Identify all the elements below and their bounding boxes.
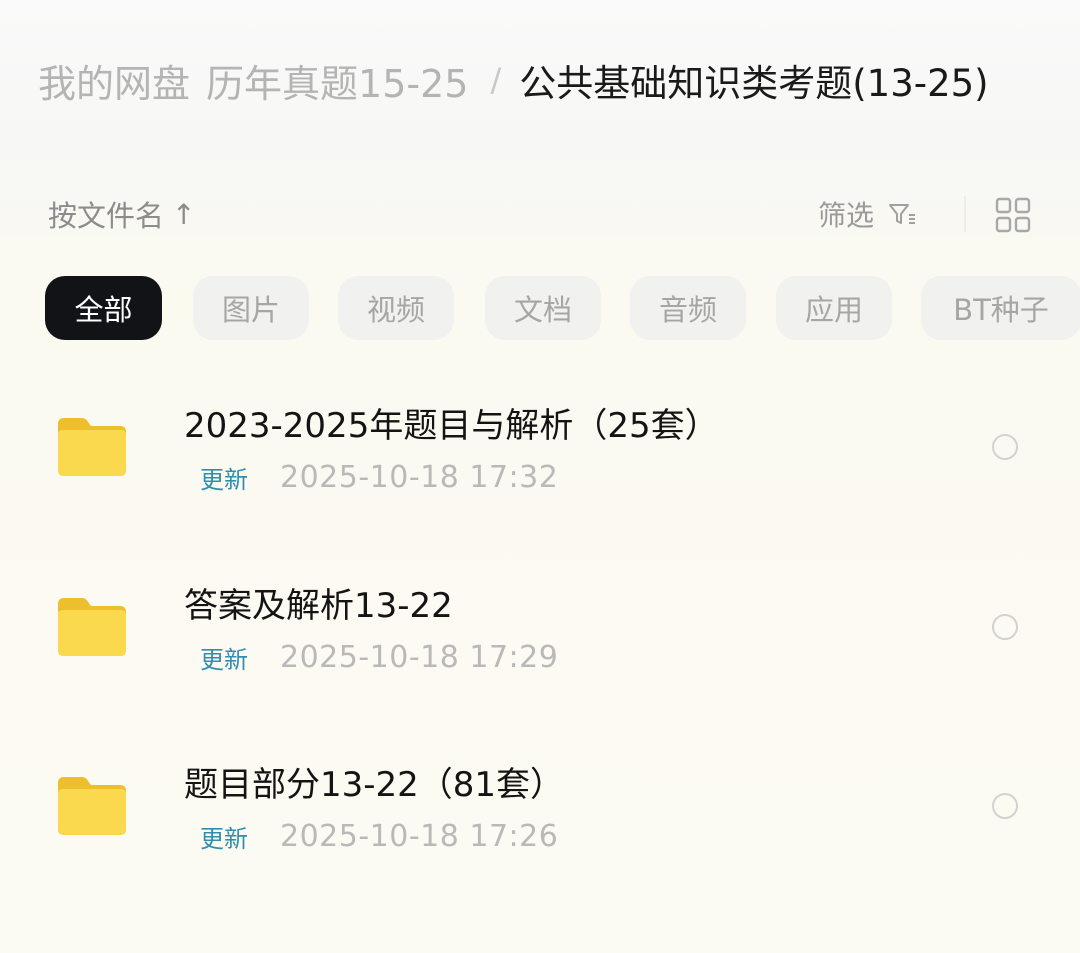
- file-meta: 更新 2025-10-18 17:32: [200, 460, 558, 495]
- folder-icon: [58, 418, 126, 476]
- file-name: 题目部分13-22（81套）: [184, 765, 565, 805]
- category-tabs: 全部 图片 视频 文档 音频 应用 BT种子: [45, 276, 1080, 340]
- filter-label: 筛选: [818, 199, 875, 232]
- toolbar: 按文件名 ↑ 筛选: [48, 188, 1040, 240]
- file-row[interactable]: 答案及解析13-22 更新 2025-10-18 17:29: [0, 560, 1080, 700]
- breadcrumb-parent[interactable]: 历年真题15-25: [206, 53, 468, 108]
- file-row[interactable]: 题目部分13-22（81套） 更新 2025-10-18 17:26: [0, 739, 1080, 879]
- file-meta: 更新 2025-10-18 17:29: [200, 640, 558, 675]
- modified-time: 2025-10-18 17:26: [280, 819, 559, 854]
- file-browser-page: 我的网盘 历年真题15-25 / 公共基础知识类考题(13-25) 按文件名 ↑…: [0, 0, 1080, 953]
- file-name: 答案及解析13-22: [184, 586, 453, 626]
- file-name: 2023-2025年题目与解析（25套）: [184, 406, 719, 446]
- update-tag: 更新: [200, 466, 248, 494]
- folder-icon: [58, 777, 126, 835]
- modified-time: 2025-10-18 17:32: [280, 460, 559, 495]
- tab-audio[interactable]: 音频: [630, 276, 746, 340]
- select-radio[interactable]: [992, 614, 1018, 640]
- breadcrumb: 我的网盘 历年真题15-25 / 公共基础知识类考题(13-25): [38, 50, 989, 110]
- select-radio[interactable]: [992, 434, 1018, 460]
- breadcrumb-current: 公共基础知识类考题(13-25): [519, 62, 989, 105]
- tab-documents[interactable]: 文档: [485, 276, 601, 340]
- toolbar-divider: [964, 196, 966, 232]
- sort-label: 按文件名: [48, 199, 165, 233]
- select-radio[interactable]: [992, 793, 1018, 819]
- update-tag: 更新: [200, 825, 248, 853]
- grid-view-icon[interactable]: [994, 196, 1032, 234]
- file-row[interactable]: 2023-2025年题目与解析（25套） 更新 2025-10-18 17:32: [0, 380, 1080, 520]
- update-tag: 更新: [200, 646, 248, 674]
- tab-bt-torrents[interactable]: BT种子: [921, 276, 1080, 340]
- breadcrumb-separator: /: [490, 61, 502, 99]
- breadcrumb-root[interactable]: 我的网盘: [38, 53, 190, 108]
- sort-arrow-up-icon: ↑: [172, 197, 196, 231]
- filter-icon: [889, 204, 916, 224]
- tab-images[interactable]: 图片: [193, 276, 309, 340]
- folder-icon: [58, 598, 126, 656]
- filter-button[interactable]: 筛选: [818, 188, 918, 240]
- sort-button[interactable]: 按文件名 ↑: [48, 188, 195, 240]
- tab-apps[interactable]: 应用: [776, 276, 892, 340]
- modified-time: 2025-10-18 17:29: [280, 640, 559, 675]
- file-meta: 更新 2025-10-18 17:26: [200, 819, 558, 854]
- tab-videos[interactable]: 视频: [338, 276, 454, 340]
- tab-all[interactable]: 全部: [45, 276, 162, 340]
